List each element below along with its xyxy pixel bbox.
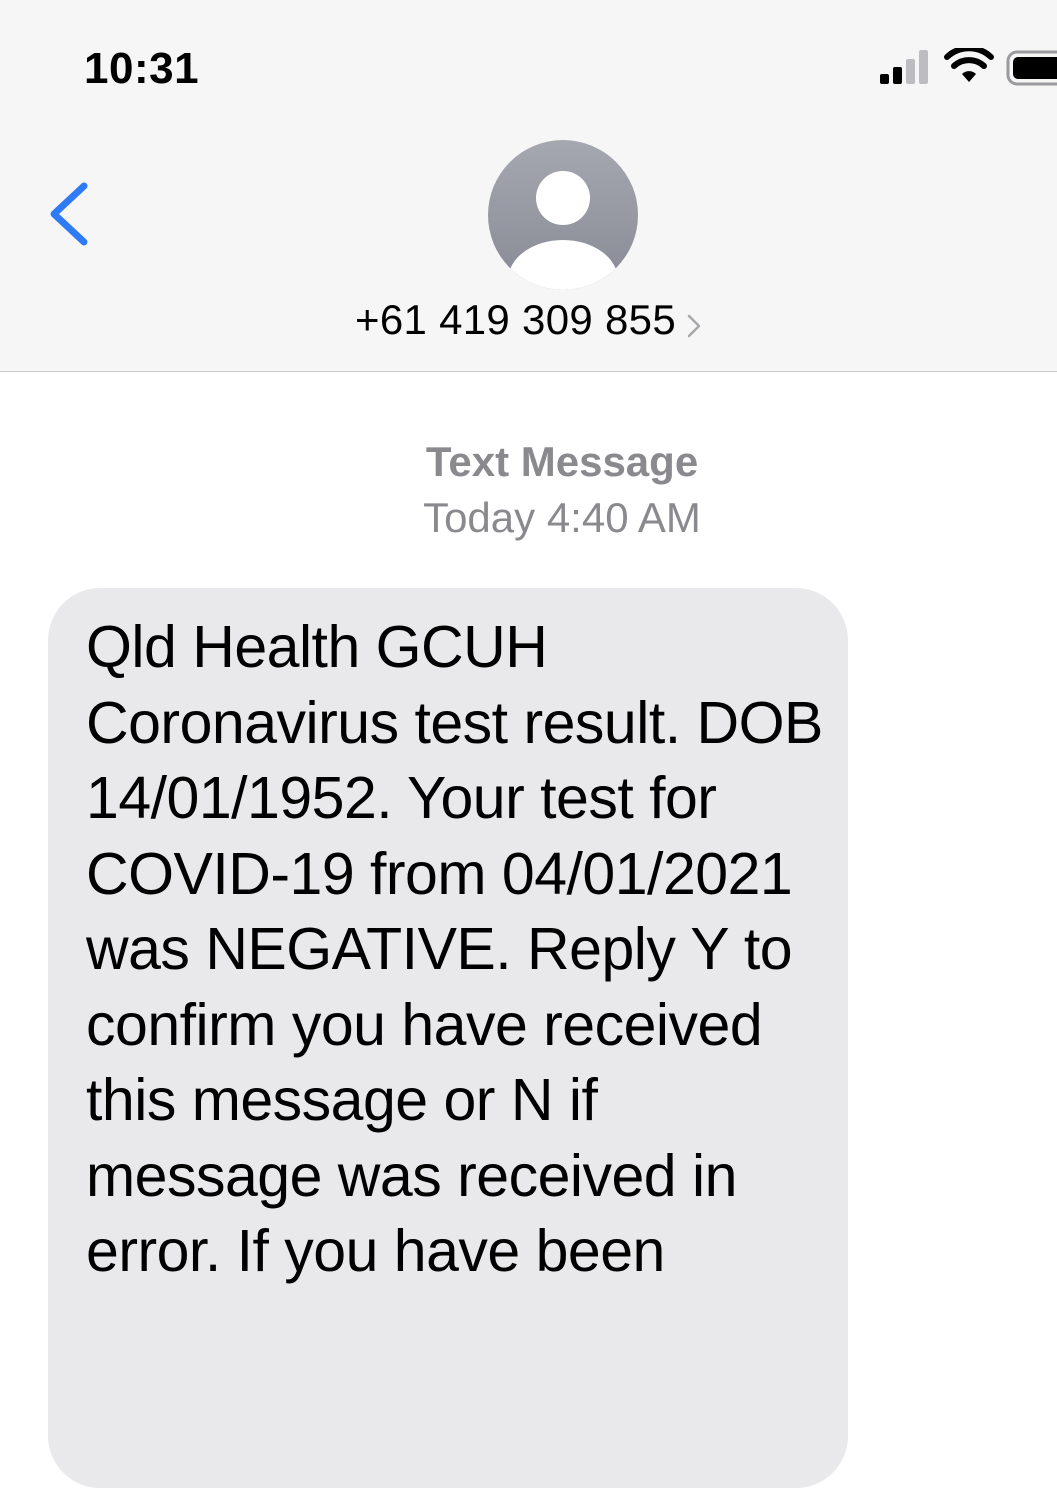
chevron-right-icon <box>687 314 701 338</box>
message-type-label: Text Message <box>425 438 699 485</box>
signal-icon <box>880 50 928 84</box>
contact-number: +61 419 309 855 <box>355 296 676 343</box>
status-time: 10:31 <box>84 44 200 93</box>
wifi-icon <box>944 48 994 82</box>
chevron-left-icon <box>50 182 88 246</box>
message-meta: Text Message Today 4:40 AM <box>0 434 1057 546</box>
contact-details-button[interactable]: +61 419 309 855 <box>0 292 1057 348</box>
avatar[interactable] <box>488 140 638 290</box>
back-button[interactable] <box>40 176 100 256</box>
message-timestamp: Today 4:40 AM <box>423 494 701 541</box>
message-text: Qld Health GCUH Coronavirus test result.… <box>86 614 823 1284</box>
message-bubble[interactable]: Qld Health GCUH Coronavirus test result.… <box>48 588 848 1488</box>
conversation-header: 10:31 +61 419 309 855 <box>0 0 1057 372</box>
battery-icon <box>1006 50 1057 86</box>
